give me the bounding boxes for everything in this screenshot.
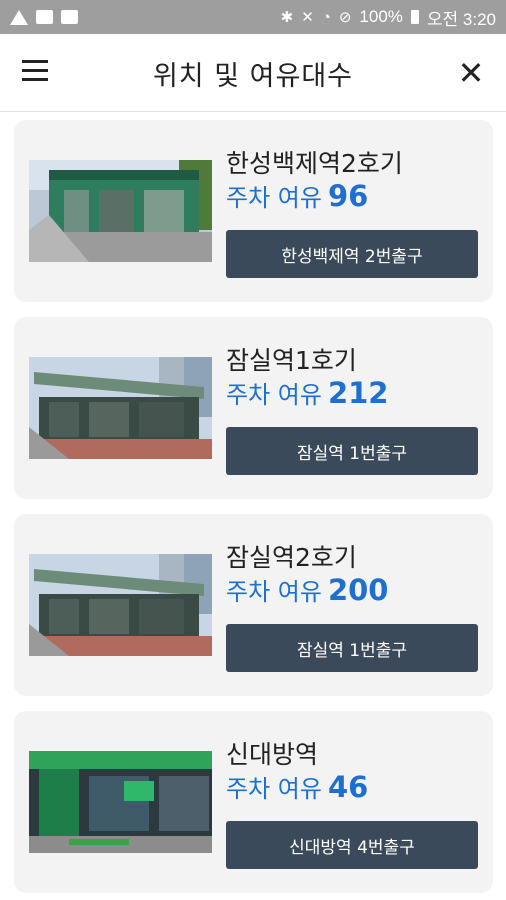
station-name: 신대방역: [226, 740, 319, 769]
do-not-disturb-icon: ⊘: [338, 9, 352, 26]
availability-label: 주차 여유: [226, 184, 322, 212]
station-photo: [29, 357, 212, 459]
status-bar: ✱ ✕ ◔ ⊘ 100% 오전 3:20: [0, 0, 506, 34]
station-card: 잠실역1호기 주차 여유 212 잠실역 1번출구: [14, 317, 493, 499]
station-name: 한성백제역2호기: [226, 149, 403, 178]
parking-availability: 주차 여유 200: [226, 572, 389, 607]
page-title: 위치 및 여유대수: [152, 61, 354, 92]
wifi-icon: ◔: [321, 8, 331, 26]
station-card: 한성백제역2호기 주차 여유 96 한성백제역 2번출구: [14, 120, 493, 302]
warning-icon: [10, 9, 28, 25]
availability-label: 주차 여유: [226, 775, 322, 803]
close-icon[interactable]: ✕: [454, 56, 488, 90]
battery-icon: [410, 10, 419, 24]
parking-availability: 주차 여유 96: [226, 178, 368, 213]
availability-count: 200: [327, 573, 389, 607]
station-exit-button[interactable]: 한성백제역 2번출구: [226, 230, 478, 278]
bluetooth-icon: ✱: [280, 9, 294, 26]
availability-label: 주차 여유: [226, 381, 322, 409]
status-bar-system: ✱ ✕ ◔ ⊘ 100% 오전 3:20: [281, 5, 496, 30]
parking-availability: 주차 여유 212: [226, 375, 389, 410]
station-photo: [29, 160, 212, 262]
station-name: 잠실역2호기: [226, 543, 357, 572]
app-bar: 위치 및 여유대수 ✕: [0, 34, 506, 112]
parking-availability: 주차 여유 46: [226, 769, 368, 804]
station-exit-button[interactable]: 잠실역 1번출구: [226, 427, 478, 475]
mail-icon: [36, 10, 53, 24]
station-name: 잠실역1호기: [226, 346, 357, 375]
mute-icon: ✕: [301, 9, 314, 26]
station-card: 신대방역 주차 여유 46 신대방역 4번출구: [14, 711, 493, 893]
clock: 오전 3:20: [426, 9, 496, 29]
status-bar-notifications: [10, 9, 78, 25]
availability-label: 주차 여유: [226, 578, 322, 606]
battery-percent: 100%: [359, 7, 403, 26]
station-photo: [29, 554, 212, 656]
station-exit-button[interactable]: 신대방역 4번출구: [226, 821, 478, 869]
station-card: 잠실역2호기 주차 여유 200 잠실역 1번출구: [14, 514, 493, 696]
gmail-icon: [61, 10, 78, 24]
availability-count: 46: [327, 770, 369, 804]
availability-count: 96: [327, 179, 369, 213]
station-exit-button[interactable]: 잠실역 1번출구: [226, 624, 478, 672]
station-photo: [29, 751, 212, 853]
availability-count: 212: [327, 376, 389, 410]
